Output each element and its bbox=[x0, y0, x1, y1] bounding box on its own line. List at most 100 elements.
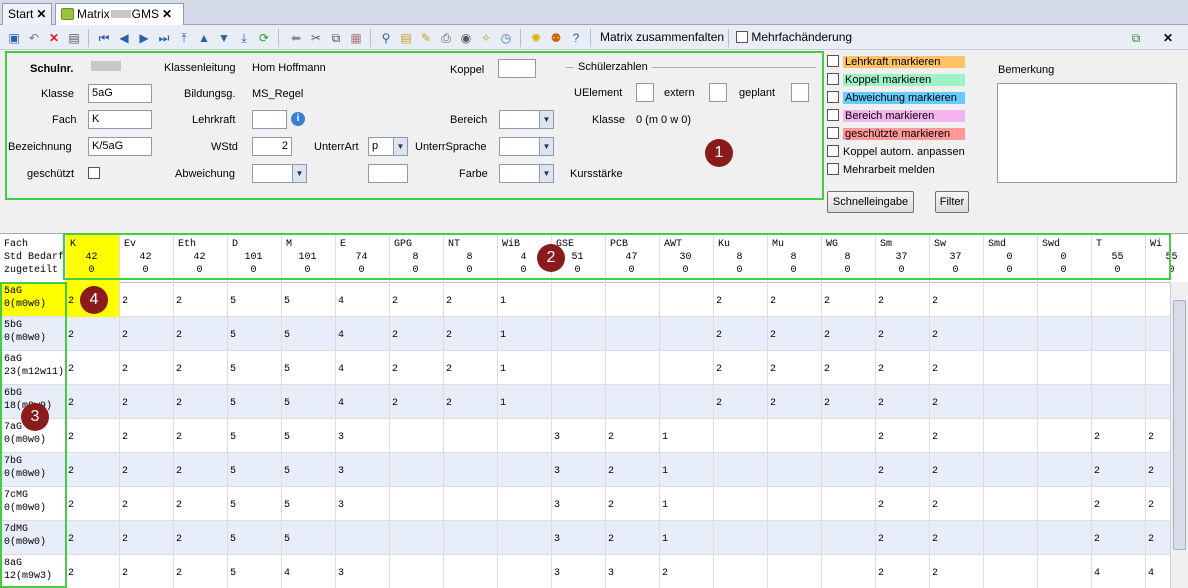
matrix-cell[interactable]: 2 bbox=[66, 487, 120, 521]
bemerkung-textarea[interactable] bbox=[997, 83, 1177, 183]
matrix-cell[interactable]: 2 bbox=[714, 385, 768, 419]
matrix-cell[interactable] bbox=[822, 453, 876, 487]
geschuetzt-mark-toggle[interactable]: geschützte markieren bbox=[825, 126, 966, 141]
matrix-cell[interactable]: 2 bbox=[174, 555, 228, 588]
matrix-cell[interactable] bbox=[984, 283, 1038, 317]
matrix-cell[interactable]: 5 bbox=[282, 351, 336, 385]
matrix-cell[interactable]: 2 bbox=[390, 317, 444, 351]
matrix-cell[interactable]: 1 bbox=[660, 487, 714, 521]
matrix-cell[interactable]: 2 bbox=[120, 385, 174, 419]
window-icon[interactable]: ⧉ bbox=[1128, 30, 1144, 46]
first-record-icon[interactable]: ⏮ bbox=[96, 30, 112, 46]
mark-checkbox[interactable] bbox=[827, 91, 839, 103]
matrix-cell[interactable]: 2 bbox=[390, 385, 444, 419]
matrix-cell[interactable]: 2 bbox=[174, 283, 228, 317]
matrix-cell[interactable]: 5 bbox=[228, 351, 282, 385]
matrix-cell[interactable] bbox=[984, 351, 1038, 385]
cut-icon[interactable]: ✂ bbox=[308, 30, 324, 46]
matrix-cell[interactable] bbox=[1038, 351, 1092, 385]
matrix-cell[interactable] bbox=[984, 317, 1038, 351]
matrix-cell[interactable]: 5 bbox=[282, 521, 336, 555]
matrix-cell[interactable]: 1 bbox=[660, 521, 714, 555]
schnelleingabe-button[interactable]: Schnelleingabe bbox=[827, 191, 914, 213]
print-icon[interactable]: ⎙ bbox=[438, 30, 454, 46]
matrix-cell[interactable]: 2 bbox=[66, 351, 120, 385]
matrix-cell[interactable] bbox=[552, 385, 606, 419]
move-up-icon[interactable]: ▲ bbox=[196, 30, 212, 46]
matrix-cell[interactable]: 1 bbox=[498, 283, 552, 317]
matrix-cell[interactable] bbox=[1038, 521, 1092, 555]
matrix-cell[interactable]: 3 bbox=[336, 419, 390, 453]
matrix-cell[interactable] bbox=[660, 317, 714, 351]
matrix-cell[interactable] bbox=[552, 351, 606, 385]
matrix-cell[interactable] bbox=[822, 419, 876, 453]
matrix-cell[interactable]: 2 bbox=[768, 317, 822, 351]
last-record-icon[interactable]: ⏭ bbox=[156, 30, 172, 46]
matrix-cell[interactable]: 2 bbox=[120, 283, 174, 317]
save-icon[interactable]: ▣ bbox=[6, 30, 22, 46]
matrix-cell[interactable] bbox=[984, 521, 1038, 555]
matrix-cell[interactable]: 2 bbox=[66, 555, 120, 588]
matrix-cell[interactable] bbox=[444, 487, 498, 521]
matrix-cell[interactable]: 2 bbox=[120, 317, 174, 351]
matrix-cell[interactable] bbox=[984, 487, 1038, 521]
matrix-cell[interactable]: 4 bbox=[282, 555, 336, 588]
users-icon[interactable]: ⚉ bbox=[548, 30, 564, 46]
matrix-cell[interactable]: 1 bbox=[498, 385, 552, 419]
matrix-cell[interactable]: 5 bbox=[282, 385, 336, 419]
matrix-cell[interactable]: 2 bbox=[876, 521, 930, 555]
move-top-icon[interactable]: ⤒ bbox=[176, 30, 192, 46]
matrix-cell[interactable]: 3 bbox=[552, 487, 606, 521]
clock-icon[interactable]: ◷ bbox=[498, 30, 514, 46]
matrix-cell[interactable]: 2 bbox=[66, 317, 120, 351]
matrix-cell[interactable] bbox=[714, 487, 768, 521]
matrix-cell[interactable] bbox=[498, 419, 552, 453]
matrix-cell[interactable]: 2 bbox=[66, 521, 120, 555]
matrix-cell[interactable]: 3 bbox=[336, 555, 390, 588]
matrix-cell[interactable] bbox=[660, 351, 714, 385]
matrix-cell[interactable]: 5 bbox=[282, 317, 336, 351]
matrix-cell[interactable]: 5 bbox=[282, 283, 336, 317]
matrix-cell[interactable] bbox=[984, 555, 1038, 588]
matrix-cell[interactable] bbox=[714, 419, 768, 453]
mark-checkbox[interactable] bbox=[827, 163, 839, 175]
matrix-cell[interactable]: 2 bbox=[120, 487, 174, 521]
matrix-cell[interactable]: 5 bbox=[228, 521, 282, 555]
matrix-cell[interactable]: 2 bbox=[1092, 487, 1146, 521]
matrix-cell[interactable]: 4 bbox=[336, 385, 390, 419]
matrix-cell[interactable]: 5 bbox=[282, 453, 336, 487]
matrix-cell[interactable]: 3 bbox=[552, 453, 606, 487]
matrix-cell[interactable] bbox=[444, 555, 498, 588]
matrix-cell[interactable] bbox=[498, 521, 552, 555]
matrix-cell[interactable]: 1 bbox=[498, 351, 552, 385]
mark-checkbox[interactable] bbox=[827, 55, 839, 67]
matrix-cell[interactable]: 2 bbox=[822, 385, 876, 419]
matrix-cell[interactable]: 2 bbox=[174, 521, 228, 555]
matrix-cell[interactable] bbox=[390, 453, 444, 487]
matrix-cell[interactable] bbox=[1092, 351, 1146, 385]
matrix-cell[interactable]: 2 bbox=[876, 487, 930, 521]
matrix-cell[interactable]: 5 bbox=[228, 487, 282, 521]
matrix-cell[interactable]: 2 bbox=[174, 385, 228, 419]
matrix-cell[interactable] bbox=[1092, 283, 1146, 317]
matrix-cell[interactable] bbox=[984, 419, 1038, 453]
matrix-cell[interactable]: 2 bbox=[930, 555, 984, 588]
matrix-cell[interactable]: 3 bbox=[606, 555, 660, 588]
matrix-cell[interactable]: 2 bbox=[930, 419, 984, 453]
matrix-cell[interactable]: 2 bbox=[930, 521, 984, 555]
matrix-cell[interactable]: 2 bbox=[120, 521, 174, 555]
matrix-cell[interactable] bbox=[1038, 385, 1092, 419]
matrix-cell[interactable] bbox=[660, 385, 714, 419]
matrix-cell[interactable]: 2 bbox=[66, 453, 120, 487]
mehrarbeit-toggle[interactable]: Mehrarbeit melden bbox=[825, 162, 966, 177]
matrix-cell[interactable]: 2 bbox=[444, 351, 498, 385]
copy-icon[interactable]: ⧉ bbox=[328, 30, 344, 46]
mark-checkbox[interactable] bbox=[827, 127, 839, 139]
new-record-icon[interactable]: ▤ bbox=[66, 30, 82, 46]
matrix-cell[interactable]: 3 bbox=[552, 521, 606, 555]
matrix-cell[interactable] bbox=[444, 453, 498, 487]
matrix-cell[interactable] bbox=[1038, 317, 1092, 351]
matrix-cell[interactable]: 5 bbox=[228, 317, 282, 351]
matrix-cell[interactable]: 1 bbox=[660, 453, 714, 487]
matrix-cell[interactable]: 2 bbox=[444, 385, 498, 419]
